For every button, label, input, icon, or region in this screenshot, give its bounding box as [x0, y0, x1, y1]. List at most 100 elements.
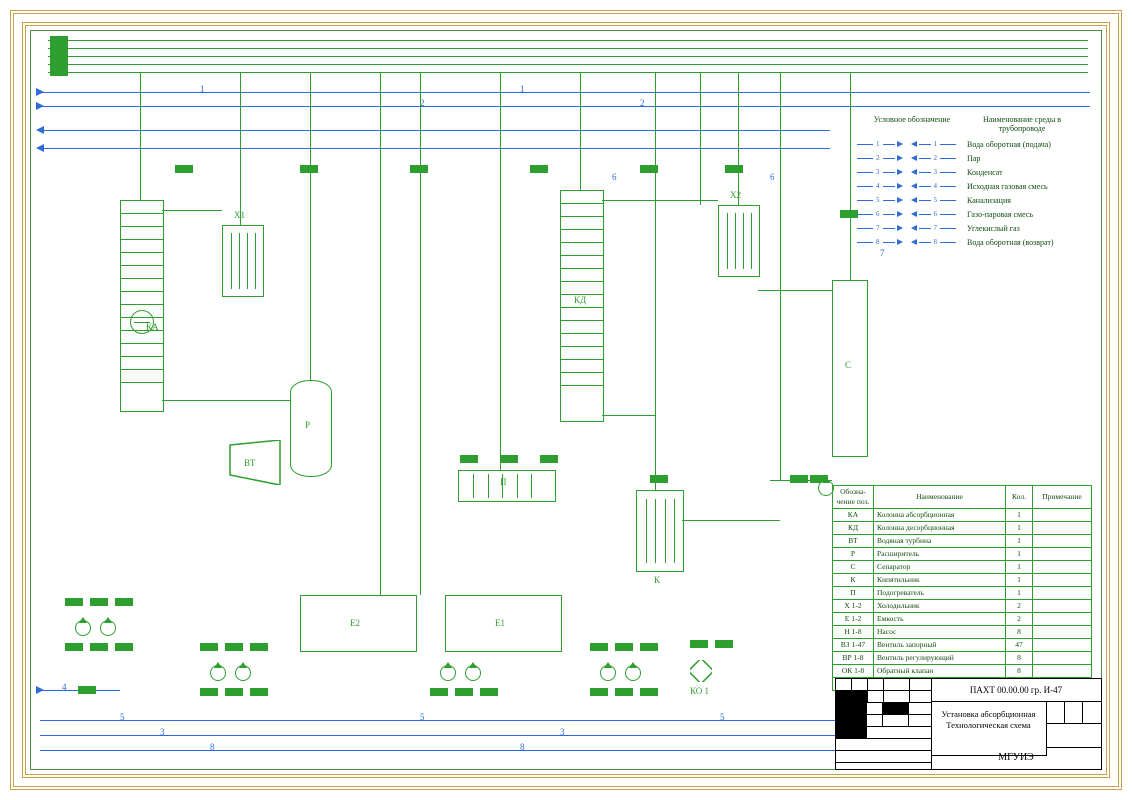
utility-line	[40, 130, 830, 131]
line-number: 2	[640, 98, 645, 108]
valve-tag	[640, 643, 658, 651]
process-line	[758, 290, 832, 291]
table-row: ККипятильник1	[833, 574, 1092, 587]
process-line	[655, 72, 656, 490]
pump-icon	[465, 665, 481, 681]
valve-tag	[590, 643, 608, 651]
column-absorber	[120, 200, 164, 412]
valve-tag	[115, 598, 133, 606]
table-row: ВТВодяная турбина1	[833, 535, 1092, 548]
line-number: 6	[612, 172, 617, 182]
equipment-label: Е1	[495, 618, 505, 628]
line-number: 6	[770, 172, 775, 182]
table-row: КАКолонна абсорбционная1	[833, 509, 1092, 522]
utility-line-8	[40, 750, 840, 751]
process-line	[48, 48, 1088, 49]
process-line	[240, 72, 241, 225]
legend-row: 22Пар	[857, 151, 1077, 165]
line-tag	[50, 36, 68, 44]
process-line	[500, 72, 501, 470]
line-number: 8	[520, 742, 525, 752]
valve-tag	[715, 640, 733, 648]
legend-row: 11Вода оборотная (подача)	[857, 137, 1077, 151]
valve-tag	[640, 688, 658, 696]
flow-arrow	[36, 144, 44, 152]
table-row: Х 1-2Холодильник2	[833, 600, 1092, 613]
valve-tag	[650, 475, 668, 483]
line-tag	[50, 60, 68, 68]
pump-icon	[210, 665, 226, 681]
valve-tag	[615, 643, 633, 651]
equipment-label: КО 1	[690, 686, 709, 696]
table-row: ВЗ 1-47Вентиль запорный47	[833, 639, 1092, 652]
table-row: ВР 1-8Вентиль регулирующий8	[833, 652, 1092, 665]
column-desorber	[560, 190, 604, 422]
flow-arrow	[36, 102, 44, 110]
process-line	[162, 210, 222, 211]
table-header: Кол.	[1006, 486, 1033, 509]
valve-tag	[500, 455, 518, 463]
line-number: 7	[880, 248, 885, 258]
valve-tag	[225, 643, 243, 651]
table-row: ССепаратор1	[833, 561, 1092, 574]
equipment-label: Е2	[350, 618, 360, 628]
line-legend: Условное обозначение Наименование среды …	[857, 115, 1077, 249]
line-tag	[50, 52, 68, 60]
drawing-subtitle: Технологическая схема	[931, 720, 1046, 731]
line-tag	[50, 44, 68, 52]
legend-row: 66Газо-паровая смесь	[857, 207, 1077, 221]
legend-row: 33Конденсат	[857, 165, 1077, 179]
valve-tag	[65, 643, 83, 651]
valve-tag	[430, 688, 448, 696]
table-row: КДКолонна десорбционная1	[833, 522, 1092, 535]
equipment-label: ВТ	[244, 458, 255, 468]
process-line	[48, 56, 1088, 57]
valve-tag	[615, 688, 633, 696]
equipment-label: К	[654, 575, 660, 585]
equipment-label: Х2	[730, 190, 741, 200]
valve-tag	[175, 165, 193, 173]
valve-tag	[840, 210, 858, 218]
drawing-code: ПАХТ 00.00.00 гр. И-47	[931, 679, 1101, 702]
process-line	[310, 72, 311, 380]
process-line	[780, 72, 781, 480]
table-header: Обозна- чение поз.	[833, 486, 874, 509]
process-line	[140, 72, 141, 200]
legend-heading: Условное обозначение	[857, 115, 967, 133]
line-tag	[78, 686, 96, 694]
legend-row: 44Исходная газовая смесь	[857, 179, 1077, 193]
valve-tag	[480, 688, 498, 696]
valve-tag	[200, 688, 218, 696]
equipment-label: КД	[574, 295, 586, 305]
process-line	[850, 72, 851, 280]
valve-tag	[410, 165, 428, 173]
pump-icon	[625, 665, 641, 681]
table-row: ОК 1-8Обратный клапан8	[833, 665, 1092, 678]
title-block: ПАХТ 00.00.00 гр. И-47 Установка абсорбц…	[835, 678, 1102, 770]
pump-icon	[440, 665, 456, 681]
flow-arrow	[36, 126, 44, 134]
equipment-label: С	[845, 360, 851, 370]
line-number: 5	[720, 712, 725, 722]
process-line	[162, 400, 290, 401]
heater	[458, 470, 556, 502]
valve-tag	[250, 688, 268, 696]
line-number: 8	[210, 742, 215, 752]
valve-tag	[725, 165, 743, 173]
valve-tag	[690, 640, 708, 648]
line-tag	[50, 68, 68, 76]
utility-line	[40, 148, 830, 149]
process-line	[738, 72, 739, 205]
valve-tag	[115, 643, 133, 651]
pump-icon	[600, 665, 616, 681]
valve-tag	[640, 165, 658, 173]
table-row: РРасширитель1	[833, 548, 1092, 561]
pump-icon	[235, 665, 251, 681]
valve-tag	[790, 475, 808, 483]
process-line	[48, 72, 1088, 73]
line-number: 3	[560, 727, 565, 737]
expander	[290, 380, 332, 477]
legend-row: 88Вода оборотная (возврат)	[857, 235, 1077, 249]
process-line	[420, 72, 421, 595]
legend-row: 55Канализация	[857, 193, 1077, 207]
